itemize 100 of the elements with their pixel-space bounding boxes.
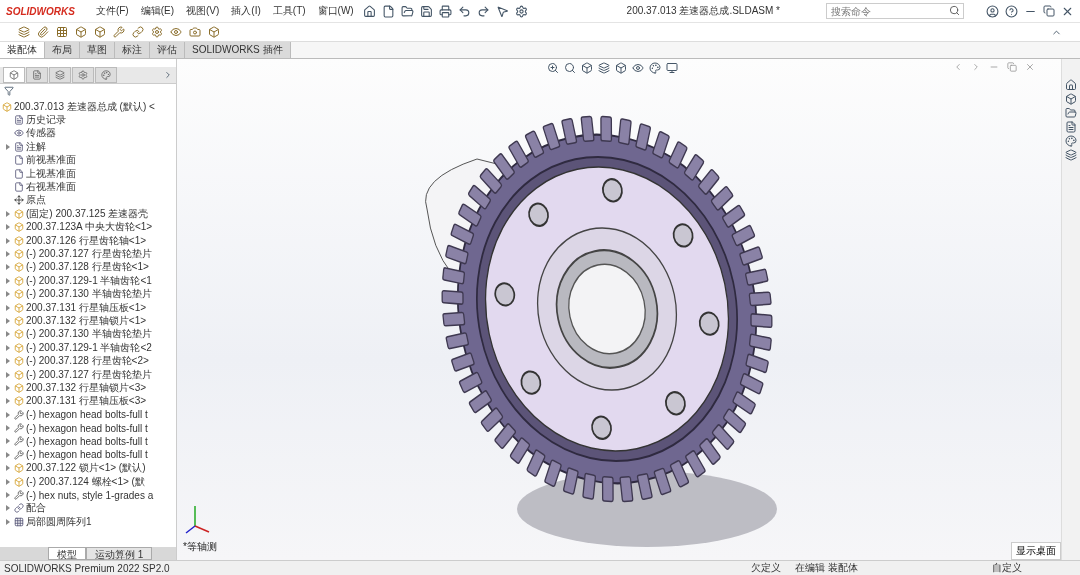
- expand-arrow-icon[interactable]: [5, 344, 10, 351]
- tree-item[interactable]: 200.37.126 行星齿轮轴<1>: [26, 233, 147, 248]
- window-control-icon[interactable]: [1007, 62, 1017, 72]
- tree-item[interactable]: (-) 200.37.130 半轴齿轮垫片: [26, 287, 152, 302]
- panel-tab[interactable]: [3, 67, 25, 83]
- menu-item[interactable]: 编辑(E): [137, 4, 177, 18]
- tree-item[interactable]: (-) hexagon head bolts-full t: [26, 409, 148, 421]
- toolbar-icon[interactable]: [151, 26, 163, 38]
- tree-item[interactable]: (-) 200.37.130 半轴齿轮垫片: [26, 327, 152, 342]
- tree-item[interactable]: (-) hexagon head bolts-full t: [26, 435, 148, 447]
- expand-arrow-icon[interactable]: [5, 291, 10, 298]
- tree-item[interactable]: 200.37.131 行星轴压板<3>: [26, 394, 147, 409]
- expand-arrow-icon[interactable]: [5, 398, 10, 405]
- toolbar-icon[interactable]: [37, 26, 49, 38]
- expand-arrow-icon[interactable]: [5, 304, 10, 311]
- toolbar-icon[interactable]: [170, 26, 182, 38]
- command-tab[interactable]: 评估: [150, 42, 185, 58]
- bottom-tab[interactable]: 运动算例 1: [86, 547, 153, 560]
- bottom-tab[interactable]: 模型: [48, 547, 86, 560]
- tree-item[interactable]: 传感器: [26, 126, 56, 141]
- view-tool-icon[interactable]: [581, 62, 593, 74]
- expand-arrow-icon[interactable]: [5, 264, 10, 271]
- layers-icon[interactable]: [1065, 149, 1077, 161]
- view-tool-icon[interactable]: [564, 62, 576, 74]
- expand-arrow-icon[interactable]: [5, 358, 10, 365]
- tree-item[interactable]: (-) 200.37.127 行星齿轮垫片: [26, 367, 152, 382]
- expand-arrow-icon[interactable]: [5, 371, 10, 378]
- tree-item[interactable]: 200.37.131 行星轴压板<1>: [26, 300, 147, 315]
- home-icon[interactable]: [362, 4, 376, 18]
- tree-item[interactable]: 200.37.132 行星轴锁片<1>: [26, 313, 147, 328]
- expand-arrow-icon[interactable]: [5, 277, 10, 284]
- tree-item[interactable]: 局部圆周阵列1: [26, 514, 92, 529]
- home-icon[interactable]: [1065, 79, 1077, 91]
- redo-icon[interactable]: [476, 4, 490, 18]
- expand-arrow-icon[interactable]: [5, 143, 10, 150]
- tree-item[interactable]: (-) 200.37.129-1 半轴齿轮<2: [26, 340, 152, 355]
- tree-item[interactable]: 200.37.122 锁片<1> (默认): [26, 461, 146, 476]
- tree-item[interactable]: (固定) 200.37.125 差速器壳: [26, 206, 149, 221]
- menu-item[interactable]: 插入(I): [228, 4, 264, 18]
- tree-item[interactable]: 200.37.132 行星轴锁片<3>: [26, 380, 147, 395]
- restore-icon[interactable]: [1043, 5, 1055, 17]
- expand-arrow-icon[interactable]: [5, 224, 10, 231]
- expand-arrow-icon[interactable]: [5, 237, 10, 244]
- toolbar-icon[interactable]: [113, 26, 125, 38]
- folder-icon[interactable]: [400, 4, 414, 18]
- expand-arrow-icon[interactable]: [5, 478, 10, 485]
- expand-arrow-icon[interactable]: [5, 451, 10, 458]
- view-tool-icon[interactable]: [598, 62, 610, 74]
- help-icon[interactable]: [1005, 4, 1018, 18]
- new-document-icon[interactable]: [381, 4, 395, 18]
- tree-item[interactable]: (-) hexagon head bolts-full t: [26, 449, 148, 461]
- tree-item[interactable]: (-) 200.37.127 行星齿轮垫片: [26, 247, 152, 261]
- tree-item[interactable]: (-) 200.37.128 行星齿轮<1>: [26, 260, 149, 275]
- tree-item[interactable]: 200.37.013 差速器总成 (默认) <: [14, 99, 155, 114]
- menu-item[interactable]: 文件(F): [92, 4, 132, 18]
- expand-arrow-icon[interactable]: [5, 331, 10, 338]
- part-icon[interactable]: [1065, 93, 1077, 105]
- pointer-icon[interactable]: [495, 4, 509, 18]
- toolbar-icon[interactable]: [75, 26, 87, 38]
- search-field[interactable]: 搜索命令: [826, 3, 964, 19]
- toolbar-icon[interactable]: [189, 26, 201, 38]
- tree-item[interactable]: (-) 200.37.129-1 半轴齿轮<1: [26, 273, 152, 288]
- expand-arrow-icon[interactable]: [5, 518, 10, 525]
- command-tab[interactable]: 标注: [115, 42, 150, 58]
- toolbar-icon[interactable]: [208, 26, 220, 38]
- view-tool-icon[interactable]: [615, 62, 627, 74]
- command-tab[interactable]: SOLIDWORKS 插件: [185, 42, 291, 58]
- settings-icon[interactable]: [514, 4, 528, 18]
- expand-arrow-icon[interactable]: [5, 251, 10, 257]
- tree-item[interactable]: 上视基准面: [26, 166, 76, 181]
- expand-arrow-icon[interactable]: [5, 411, 10, 418]
- folder-icon[interactable]: [1065, 107, 1077, 119]
- expand-arrow-icon[interactable]: [5, 210, 10, 217]
- command-tab[interactable]: 草图: [80, 42, 115, 58]
- expand-arrow-icon[interactable]: [5, 465, 10, 472]
- view-tool-icon[interactable]: [666, 62, 678, 74]
- menu-item[interactable]: 工具(T): [269, 4, 309, 18]
- view-tool-icon[interactable]: [547, 62, 559, 74]
- undo-icon[interactable]: [457, 4, 471, 18]
- panel-tab[interactable]: [72, 67, 94, 83]
- toolbar-icon[interactable]: [94, 26, 106, 38]
- view-tool-icon[interactable]: [649, 62, 661, 74]
- tree-item[interactable]: 原点: [26, 193, 46, 208]
- tree-item[interactable]: (-) 200.37.124 螺栓<1> (默: [26, 474, 145, 489]
- tree-item[interactable]: 配合: [26, 501, 46, 516]
- tree-item[interactable]: 注解: [26, 139, 46, 154]
- tree-item[interactable]: 右视基准面: [26, 180, 76, 195]
- toolbar-icon[interactable]: [56, 26, 68, 38]
- palette-icon[interactable]: [1065, 135, 1077, 147]
- tree-item[interactable]: (-) 200.37.128 行星齿轮<2>: [26, 354, 149, 369]
- panel-tab[interactable]: [49, 67, 71, 83]
- command-tab[interactable]: 装配体: [0, 42, 45, 58]
- view-tool-icon[interactable]: [632, 62, 644, 74]
- expand-arrow-icon[interactable]: [5, 425, 10, 432]
- search-icon[interactable]: [949, 5, 960, 16]
- tree-item[interactable]: 200.37.123A 中央大齿轮<1>: [26, 220, 153, 235]
- print-icon[interactable]: [438, 4, 452, 18]
- panel-tab[interactable]: [26, 67, 48, 83]
- menu-item[interactable]: 视图(V): [183, 4, 223, 18]
- user-icon[interactable]: [986, 4, 999, 18]
